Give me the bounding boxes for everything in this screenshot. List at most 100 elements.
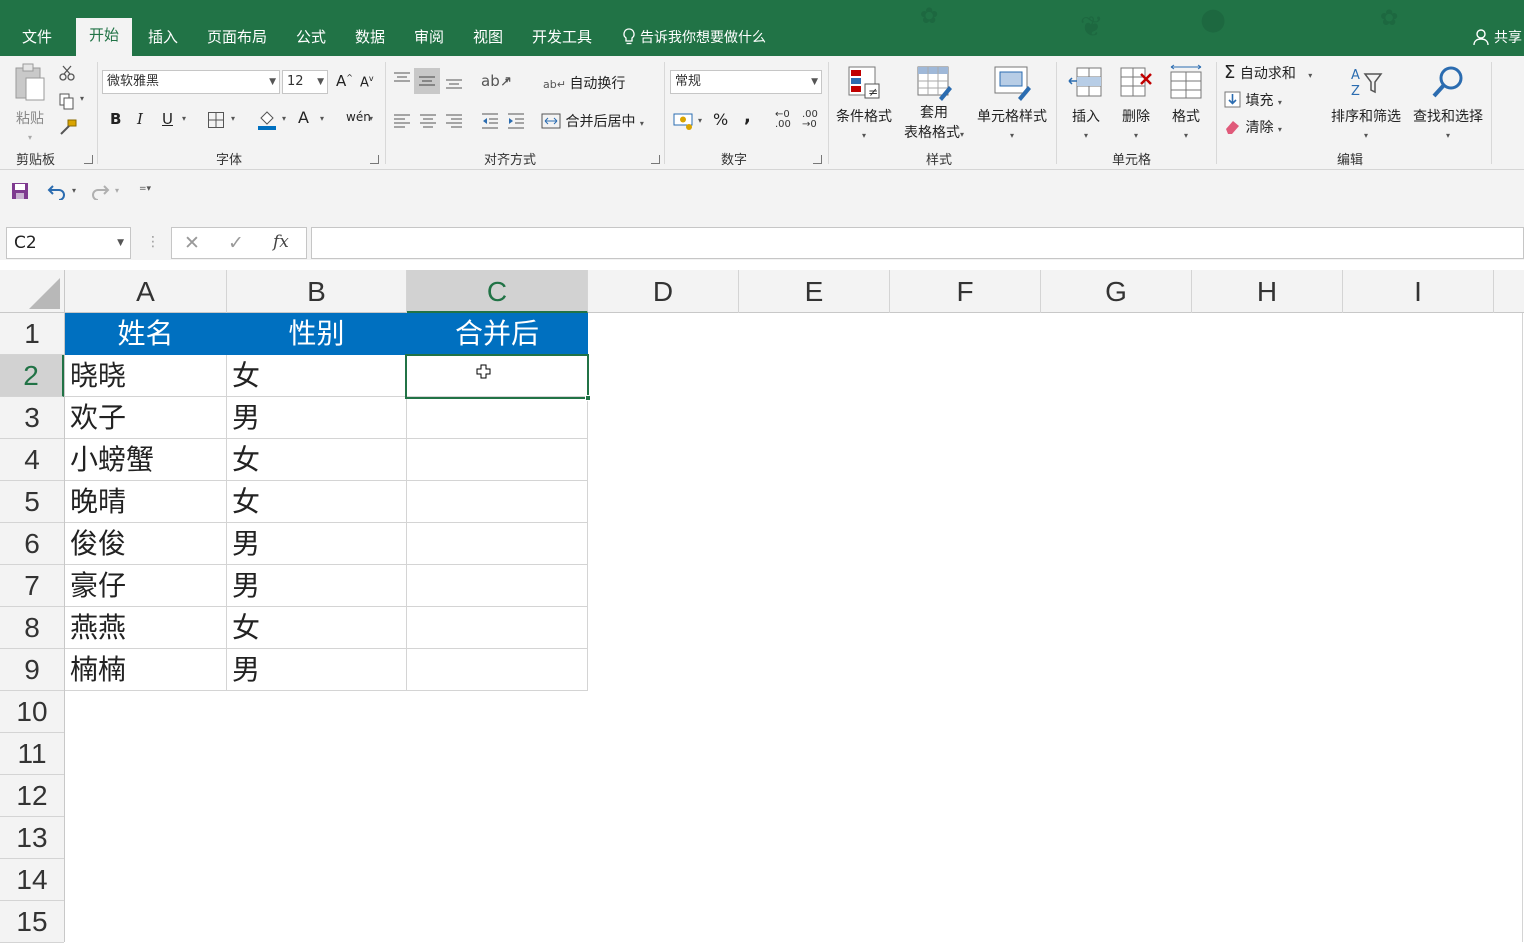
row-header[interactable]: 13 bbox=[0, 817, 64, 859]
bold-button[interactable]: B bbox=[110, 110, 121, 128]
find-select-button[interactable]: 查找和选择 ▾ bbox=[1408, 64, 1488, 142]
accounting-format-icon[interactable] bbox=[673, 111, 695, 131]
cell-a4[interactable]: 小螃蟹 bbox=[65, 439, 227, 481]
cell-a3[interactable]: 欢子 bbox=[65, 397, 227, 439]
fill-color-dropdown-icon[interactable]: ▾ bbox=[282, 114, 286, 123]
merge-center-button[interactable]: 合并后居中 ▾ bbox=[541, 111, 644, 131]
clipboard-launcher-icon[interactable] bbox=[84, 155, 93, 164]
insert-cells-button[interactable]: 插入 ▾ bbox=[1064, 64, 1108, 142]
cell-a1[interactable]: 姓名 bbox=[65, 313, 227, 355]
active-cell-selection[interactable] bbox=[405, 354, 591, 401]
copy-icon[interactable] bbox=[58, 92, 76, 110]
formula-input[interactable] bbox=[311, 227, 1524, 259]
fill-button[interactable]: 填充 ▾ bbox=[1224, 90, 1282, 110]
align-right-icon[interactable] bbox=[445, 114, 463, 128]
cell-styles-button[interactable]: 单元格样式 ▾ bbox=[972, 64, 1052, 142]
cell-c4[interactable] bbox=[407, 439, 588, 481]
cell-c3[interactable] bbox=[407, 397, 588, 439]
delete-cells-button[interactable]: 删除 ▾ bbox=[1114, 64, 1158, 142]
conditional-formatting-button[interactable]: ≠ 条件格式 ▾ bbox=[832, 64, 896, 142]
row-header[interactable]: 8 bbox=[0, 607, 64, 649]
select-all-button[interactable] bbox=[0, 270, 65, 313]
row-header[interactable]: 5 bbox=[0, 481, 64, 523]
cell-a9[interactable]: 楠楠 bbox=[65, 649, 227, 691]
tab-home[interactable]: 开始 bbox=[76, 18, 133, 56]
cell-b5[interactable]: 女 bbox=[227, 481, 407, 523]
row-header[interactable]: 14 bbox=[0, 859, 64, 901]
decrease-font-size-icon[interactable]: Av bbox=[360, 74, 374, 90]
increase-font-size-icon[interactable]: A^ bbox=[336, 72, 353, 90]
font-name-combo[interactable]: 微软雅黑 ▼ bbox=[102, 70, 280, 94]
cell-a5[interactable]: 晚晴 bbox=[65, 481, 227, 523]
alignment-launcher-icon[interactable] bbox=[651, 155, 660, 164]
cell-a7[interactable]: 豪仔 bbox=[65, 565, 227, 607]
column-header-g[interactable]: G bbox=[1041, 270, 1192, 313]
cell-a2[interactable]: 晓晓 bbox=[65, 355, 227, 397]
customize-qat-icon[interactable]: =▾ bbox=[139, 184, 151, 194]
formula-bar-grip-icon[interactable]: ⋮ bbox=[146, 234, 160, 250]
percent-style-button[interactable]: % bbox=[713, 110, 728, 129]
enter-check-icon[interactable]: ✓ bbox=[228, 232, 244, 254]
borders-icon[interactable] bbox=[207, 111, 225, 129]
accounting-dropdown-icon[interactable]: ▾ bbox=[698, 116, 702, 125]
column-header-d[interactable]: D bbox=[588, 270, 739, 313]
column-header-i[interactable]: I bbox=[1343, 270, 1494, 313]
cell-c8[interactable] bbox=[407, 607, 588, 649]
tab-formulas[interactable]: 公式 bbox=[296, 24, 326, 56]
undo-dropdown-icon[interactable]: ▾ bbox=[72, 186, 76, 195]
cell-b7[interactable]: 男 bbox=[227, 565, 407, 607]
cut-icon[interactable] bbox=[58, 64, 76, 82]
font-color-icon[interactable]: A bbox=[298, 108, 309, 127]
cell-b4[interactable]: 女 bbox=[227, 439, 407, 481]
column-header-a[interactable]: A bbox=[65, 270, 227, 313]
cancel-icon[interactable]: ✕ bbox=[184, 232, 200, 254]
redo-icon[interactable] bbox=[90, 182, 110, 200]
cell-b3[interactable]: 男 bbox=[227, 397, 407, 439]
cell-a8[interactable]: 燕燕 bbox=[65, 607, 227, 649]
column-header-b[interactable]: B bbox=[227, 270, 407, 313]
tab-data[interactable]: 数据 bbox=[355, 24, 385, 56]
column-header-c[interactable]: C bbox=[407, 270, 588, 313]
row-header[interactable]: 6 bbox=[0, 523, 64, 565]
decrease-decimal-icon[interactable]: .00 →0 bbox=[802, 110, 818, 130]
sort-filter-button[interactable]: A Z 排序和筛选 ▾ bbox=[1326, 64, 1406, 142]
phonetic-dropdown-icon[interactable]: ▾ bbox=[369, 114, 373, 123]
column-header-f[interactable]: F bbox=[890, 270, 1041, 313]
cell-c7[interactable] bbox=[407, 565, 588, 607]
font-color-dropdown-icon[interactable]: ▾ bbox=[320, 114, 324, 123]
column-header-e[interactable]: E bbox=[739, 270, 890, 313]
paste-button[interactable]: 粘贴 ▾ bbox=[10, 62, 50, 144]
font-size-combo[interactable]: 12 ▼ bbox=[282, 70, 328, 94]
row-header[interactable]: 7 bbox=[0, 565, 64, 607]
align-center-icon[interactable] bbox=[419, 114, 437, 128]
insert-function-button[interactable]: fx bbox=[273, 232, 289, 252]
align-top-icon[interactable] bbox=[393, 72, 411, 86]
number-format-combo[interactable]: 常规 ▼ bbox=[670, 70, 822, 94]
cell-b9[interactable]: 男 bbox=[227, 649, 407, 691]
save-icon[interactable] bbox=[11, 182, 29, 200]
undo-icon[interactable] bbox=[47, 182, 67, 200]
row-header[interactable]: 11 bbox=[0, 733, 64, 775]
name-box[interactable]: C2 ▼ bbox=[6, 227, 131, 259]
cell-b1[interactable]: 性别 bbox=[227, 313, 407, 355]
comma-style-button[interactable]: , bbox=[744, 106, 751, 127]
align-bottom-icon[interactable] bbox=[445, 76, 463, 90]
redo-dropdown-icon[interactable]: ▾ bbox=[115, 186, 119, 195]
decrease-indent-icon[interactable] bbox=[481, 113, 499, 129]
cell-b8[interactable]: 女 bbox=[227, 607, 407, 649]
tell-me-search[interactable]: 告诉我你想要做什么 bbox=[622, 27, 766, 47]
underline-dropdown-icon[interactable]: ▾ bbox=[182, 114, 186, 123]
row-header[interactable]: 9 bbox=[0, 649, 64, 691]
tab-view[interactable]: 视图 bbox=[473, 24, 503, 56]
row-header[interactable]: 1 bbox=[0, 313, 64, 355]
row-header[interactable]: 4 bbox=[0, 439, 64, 481]
column-header-h[interactable]: H bbox=[1192, 270, 1343, 313]
cell-c9[interactable] bbox=[407, 649, 588, 691]
align-middle-button[interactable] bbox=[414, 68, 440, 94]
cell-b6[interactable]: 男 bbox=[227, 523, 407, 565]
orientation-dropdown-icon[interactable]: ▾ bbox=[505, 76, 509, 85]
tab-insert[interactable]: 插入 bbox=[148, 24, 178, 56]
phonetic-guide-icon[interactable]: wén bbox=[346, 110, 371, 124]
font-launcher-icon[interactable] bbox=[370, 155, 379, 164]
copy-dropdown-icon[interactable]: ▾ bbox=[80, 94, 84, 103]
